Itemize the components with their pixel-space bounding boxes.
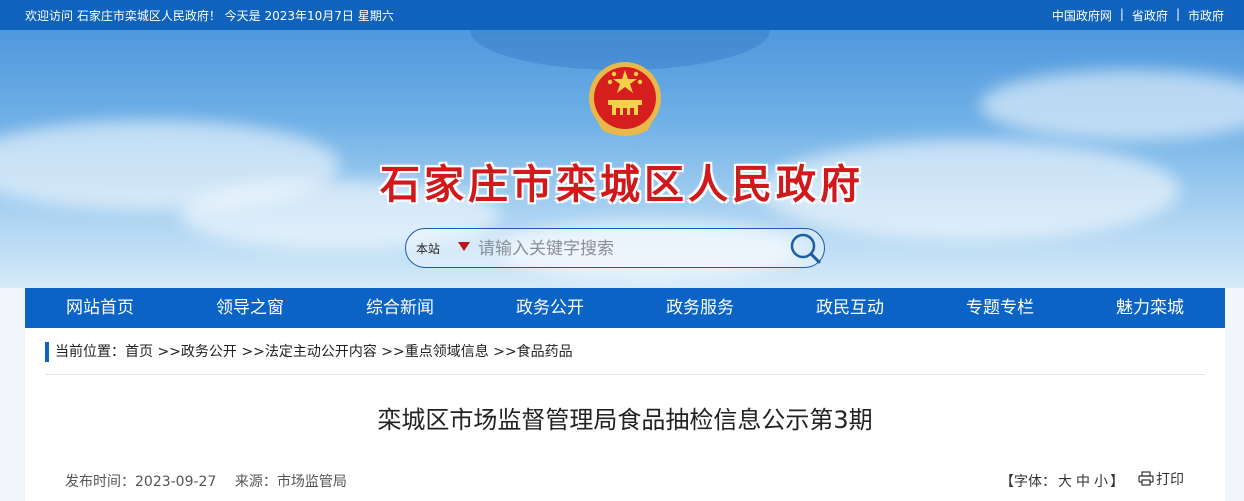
top-links: 中国政府网 | 省政府 | 市政府 [1052,7,1224,24]
breadcrumb-item[interactable]: 首页 [125,342,153,362]
search-icon[interactable] [788,231,822,265]
font-size-large[interactable]: 大 [1058,474,1072,490]
breadcrumb-item[interactable]: >>食品药品 [493,342,572,362]
article-title: 栾城区市场监督管理局食品抽检信息公示第3期 [377,406,873,434]
link-province-gov[interactable]: 省政府 [1132,7,1168,24]
font-size-small[interactable]: 小 [1094,474,1108,490]
dropdown-arrow-icon[interactable] [458,242,470,251]
nav-item-interaction[interactable]: 政民互动 [775,288,925,328]
nav-item-topics[interactable]: 专题专栏 [925,288,1075,328]
print-label: 打印 [1156,472,1184,488]
breadcrumb: 当前位置：首页 >>政务公开 >>法定主动公开内容 >>重点领域信息 >>食品药… [45,342,573,362]
printer-icon [1138,471,1154,486]
national-emblem-icon [589,62,661,136]
breadcrumb-label: 当前位置： [55,344,125,360]
breadcrumb-item[interactable]: >>重点领域信息 [381,342,488,362]
font-size-label: 【字体： [1000,474,1056,490]
content-panel: 当前位置：首页 >>政务公开 >>法定主动公开内容 >>重点领域信息 >>食品药… [25,328,1225,501]
nav-item-home[interactable]: 网站首页 [25,288,175,328]
separator: | [1119,7,1124,21]
main-nav: 网站首页 领导之窗 综合新闻 政务公开 政务服务 政民互动 专题专栏 魅力栾城 [25,288,1225,328]
nav-item-services[interactable]: 政务服务 [625,288,775,328]
breadcrumb-item[interactable]: >>政务公开 [157,342,236,362]
nav-item-news[interactable]: 综合新闻 [325,288,475,328]
article-source: 来源：市场监管局 [234,474,347,490]
nav-item-gov-affairs[interactable]: 政务公开 [475,288,625,328]
nav-item-charm[interactable]: 魅力栾城 [1075,288,1225,328]
header-banner: 石家庄市栾城区人民政府 本站 [0,30,1244,288]
welcome-text: 欢迎访问 石家庄市栾城区人民政府！ 今天是 2023年10月7日 星期六 [25,9,394,23]
font-size-close: 】 [1110,474,1124,490]
divider [45,374,1205,375]
separator: | [1175,7,1180,21]
font-size-controls: 【字体：大中小】 [1000,471,1124,491]
top-bar: 欢迎访问 石家庄市栾城区人民政府！ 今天是 2023年10月7日 星期六 中国政… [0,0,1244,30]
cloud-decoration [980,70,1244,140]
print-button[interactable]: 打印 [1138,469,1184,489]
article-meta: 发布时间：2023-09-27 来源：市场监管局 [65,471,361,491]
publish-time: 发布时间：2023-09-27 [65,474,217,490]
link-central-gov[interactable]: 中国政府网 [1052,7,1112,24]
nav-item-leaders[interactable]: 领导之窗 [175,288,325,328]
font-size-medium[interactable]: 中 [1076,474,1090,490]
search-box: 本站 [405,228,825,268]
search-scope-select[interactable]: 本站 [416,240,440,257]
breadcrumb-item[interactable]: >>法定主动公开内容 [241,342,376,362]
link-city-gov[interactable]: 市政府 [1188,7,1224,24]
search-input[interactable] [476,235,780,263]
site-title: 石家庄市栾城区人民政府 [380,162,864,208]
